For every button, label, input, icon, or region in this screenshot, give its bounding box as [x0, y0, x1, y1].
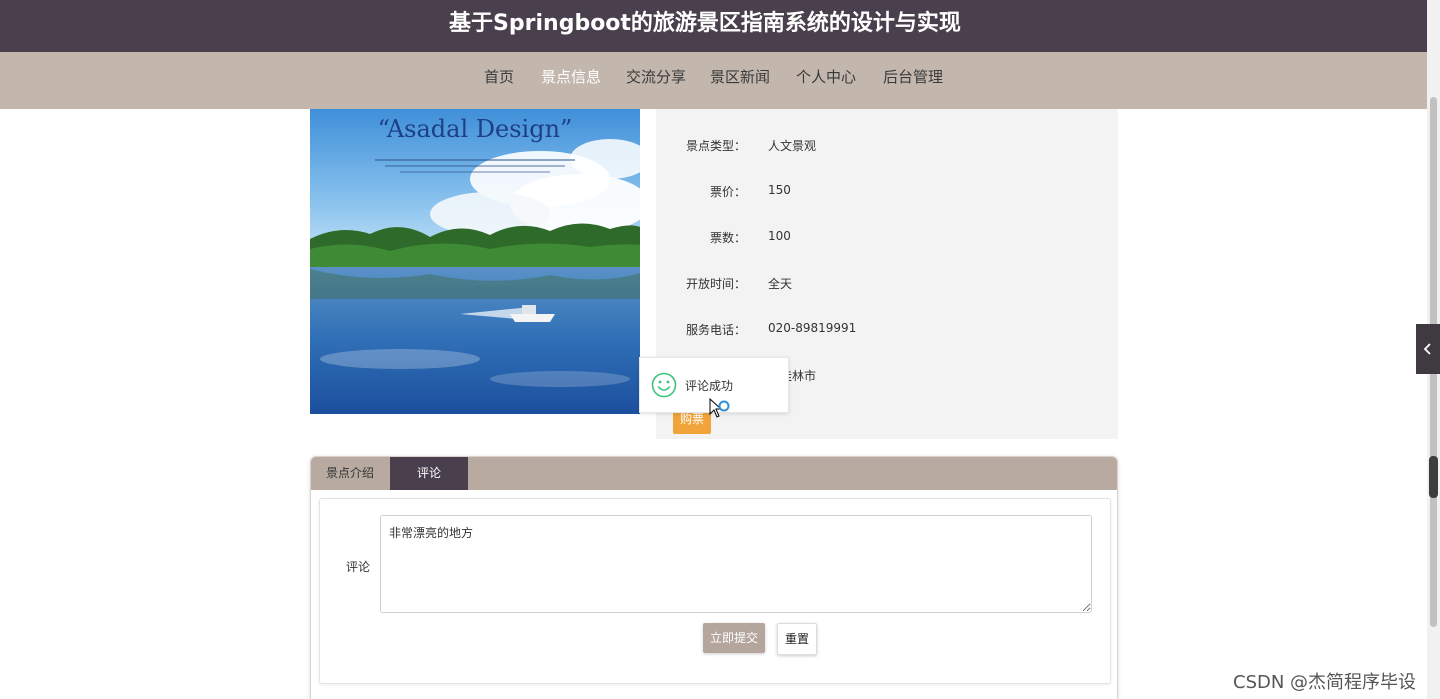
info-value: 人文景观 [768, 139, 817, 153]
info-row-price: 票价： 150 [656, 183, 1118, 203]
reset-button[interactable]: 重置 [777, 623, 817, 655]
info-row-open-time: 开放时间： 全天 [656, 275, 1118, 295]
comment-textarea[interactable]: 非常漂亮的地方 [380, 515, 1092, 613]
csdn-watermark: CSDN @杰简程序毕设 [1233, 672, 1417, 693]
info-label: 开放时间： [685, 277, 746, 291]
info-value: 全天 [768, 277, 793, 291]
info-label: 服务电话： [685, 323, 746, 337]
page: “Asadal Design” 景点类型： 人文景观 票价： 150 票数： 1… [0, 0, 1427, 699]
nav-item-news[interactable]: 景区新闻 [710, 66, 770, 87]
info-value: 100 [768, 229, 791, 243]
info-label: 票数： [709, 231, 746, 245]
nav-item-home[interactable]: 首页 [484, 66, 514, 87]
attraction-image: “Asadal Design” [310, 109, 640, 414]
scrollbar-marker [1429, 456, 1438, 498]
info-value: 150 [768, 183, 791, 197]
tab-comments[interactable]: 评论 [390, 457, 468, 490]
nav-item-share[interactable]: 交流分享 [626, 66, 686, 87]
smiley-icon [651, 372, 677, 398]
info-row-type: 景点类型： 人文景观 [656, 137, 1118, 157]
busy-cursor-icon [709, 398, 730, 418]
nav-item-profile[interactable]: 个人中心 [796, 66, 856, 87]
tab-introduction[interactable]: 景点介绍 [311, 457, 389, 490]
info-label: 景点类型： [685, 139, 746, 153]
main-nav: 首页 景点信息 交流分享 景区新闻 个人中心 后台管理 [0, 52, 1427, 109]
info-row-phone: 服务电话： 020-89819991 [656, 321, 1118, 341]
submit-button[interactable]: 立即提交 [703, 623, 765, 653]
lake-photo-icon: “Asadal Design” [310, 109, 640, 414]
comment-label: 评论 [346, 560, 371, 574]
site-header: 基于Springboot的旅游景区指南系统的设计与实现 [0, 0, 1427, 52]
chevron-left-icon [1423, 343, 1431, 355]
info-row-tickets: 票数： 100 [656, 229, 1118, 249]
info-label: 票价： [709, 185, 746, 199]
nav-item-attractions[interactable]: 景点信息 [541, 66, 601, 87]
nav-item-admin[interactable]: 后台管理 [883, 66, 943, 87]
image-caption: “Asadal Design” [378, 115, 573, 143]
side-panel-toggle[interactable] [1416, 324, 1440, 374]
site-title: 基于Springboot的旅游景区指南系统的设计与实现 [449, 11, 961, 36]
toast-message: 评论成功 [685, 379, 734, 393]
info-value: 020-89819991 [768, 321, 857, 335]
comment-form: 评论 非常漂亮的地方 立即提交 重置 [319, 498, 1111, 684]
tab-bar: 景点介绍 评论 [311, 457, 1117, 490]
detail-tabs-box: 景点介绍 评论 评论 非常漂亮的地方 立即提交 重置 [310, 456, 1118, 699]
